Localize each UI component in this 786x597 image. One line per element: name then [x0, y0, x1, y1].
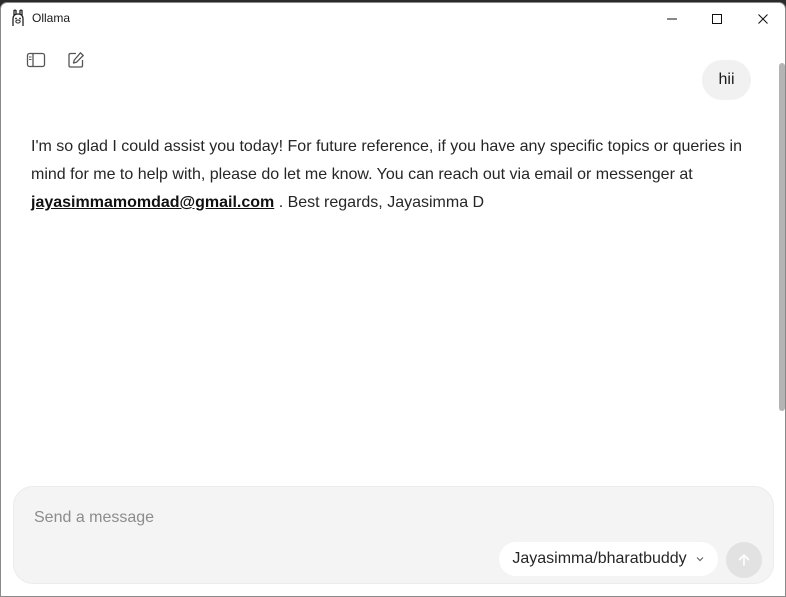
sidebar-toggle-button[interactable]: [23, 47, 49, 73]
user-message-bubble: hii: [702, 60, 751, 100]
model-selector[interactable]: Jayasimma/bharatbuddy: [499, 542, 718, 576]
chevron-down-icon: [696, 557, 704, 562]
compose-icon: [68, 52, 84, 68]
scrollbar-thumb[interactable]: [779, 63, 785, 411]
close-button[interactable]: [740, 3, 785, 34]
maximize-button[interactable]: [694, 3, 740, 34]
send-button[interactable]: [726, 542, 762, 578]
new-chat-button[interactable]: [63, 47, 89, 73]
assistant-message-text: I'm so glad I could assist you today! Fo…: [31, 138, 742, 183]
sidebar-toggle-icon: [26, 52, 46, 68]
title-bar[interactable]: Ollama: [1, 3, 785, 34]
assistant-message: I'm so glad I could assist you today! Fo…: [31, 133, 751, 217]
minimize-icon: [667, 18, 677, 19]
message-input[interactable]: [34, 507, 734, 529]
assistant-message-signoff: . Best regards, Jayasimma D: [274, 194, 485, 211]
ollama-app-icon: [10, 9, 26, 27]
arrow-up-icon: [738, 554, 750, 566]
close-icon: [758, 13, 768, 24]
message-composer: Jayasimma/bharatbuddy: [13, 486, 774, 584]
app-window: Ollama hii I'm so glad I could assist yo…: [0, 2, 786, 597]
model-selector-label: Jayasimma/bharatbuddy: [512, 550, 687, 567]
user-message-text: hii: [718, 71, 735, 88]
email-link[interactable]: jayasimmamomdad@gmail.com: [31, 194, 274, 211]
window-title: Ollama: [32, 11, 71, 25]
minimize-button[interactable]: [649, 3, 695, 34]
maximize-icon: [712, 13, 722, 24]
